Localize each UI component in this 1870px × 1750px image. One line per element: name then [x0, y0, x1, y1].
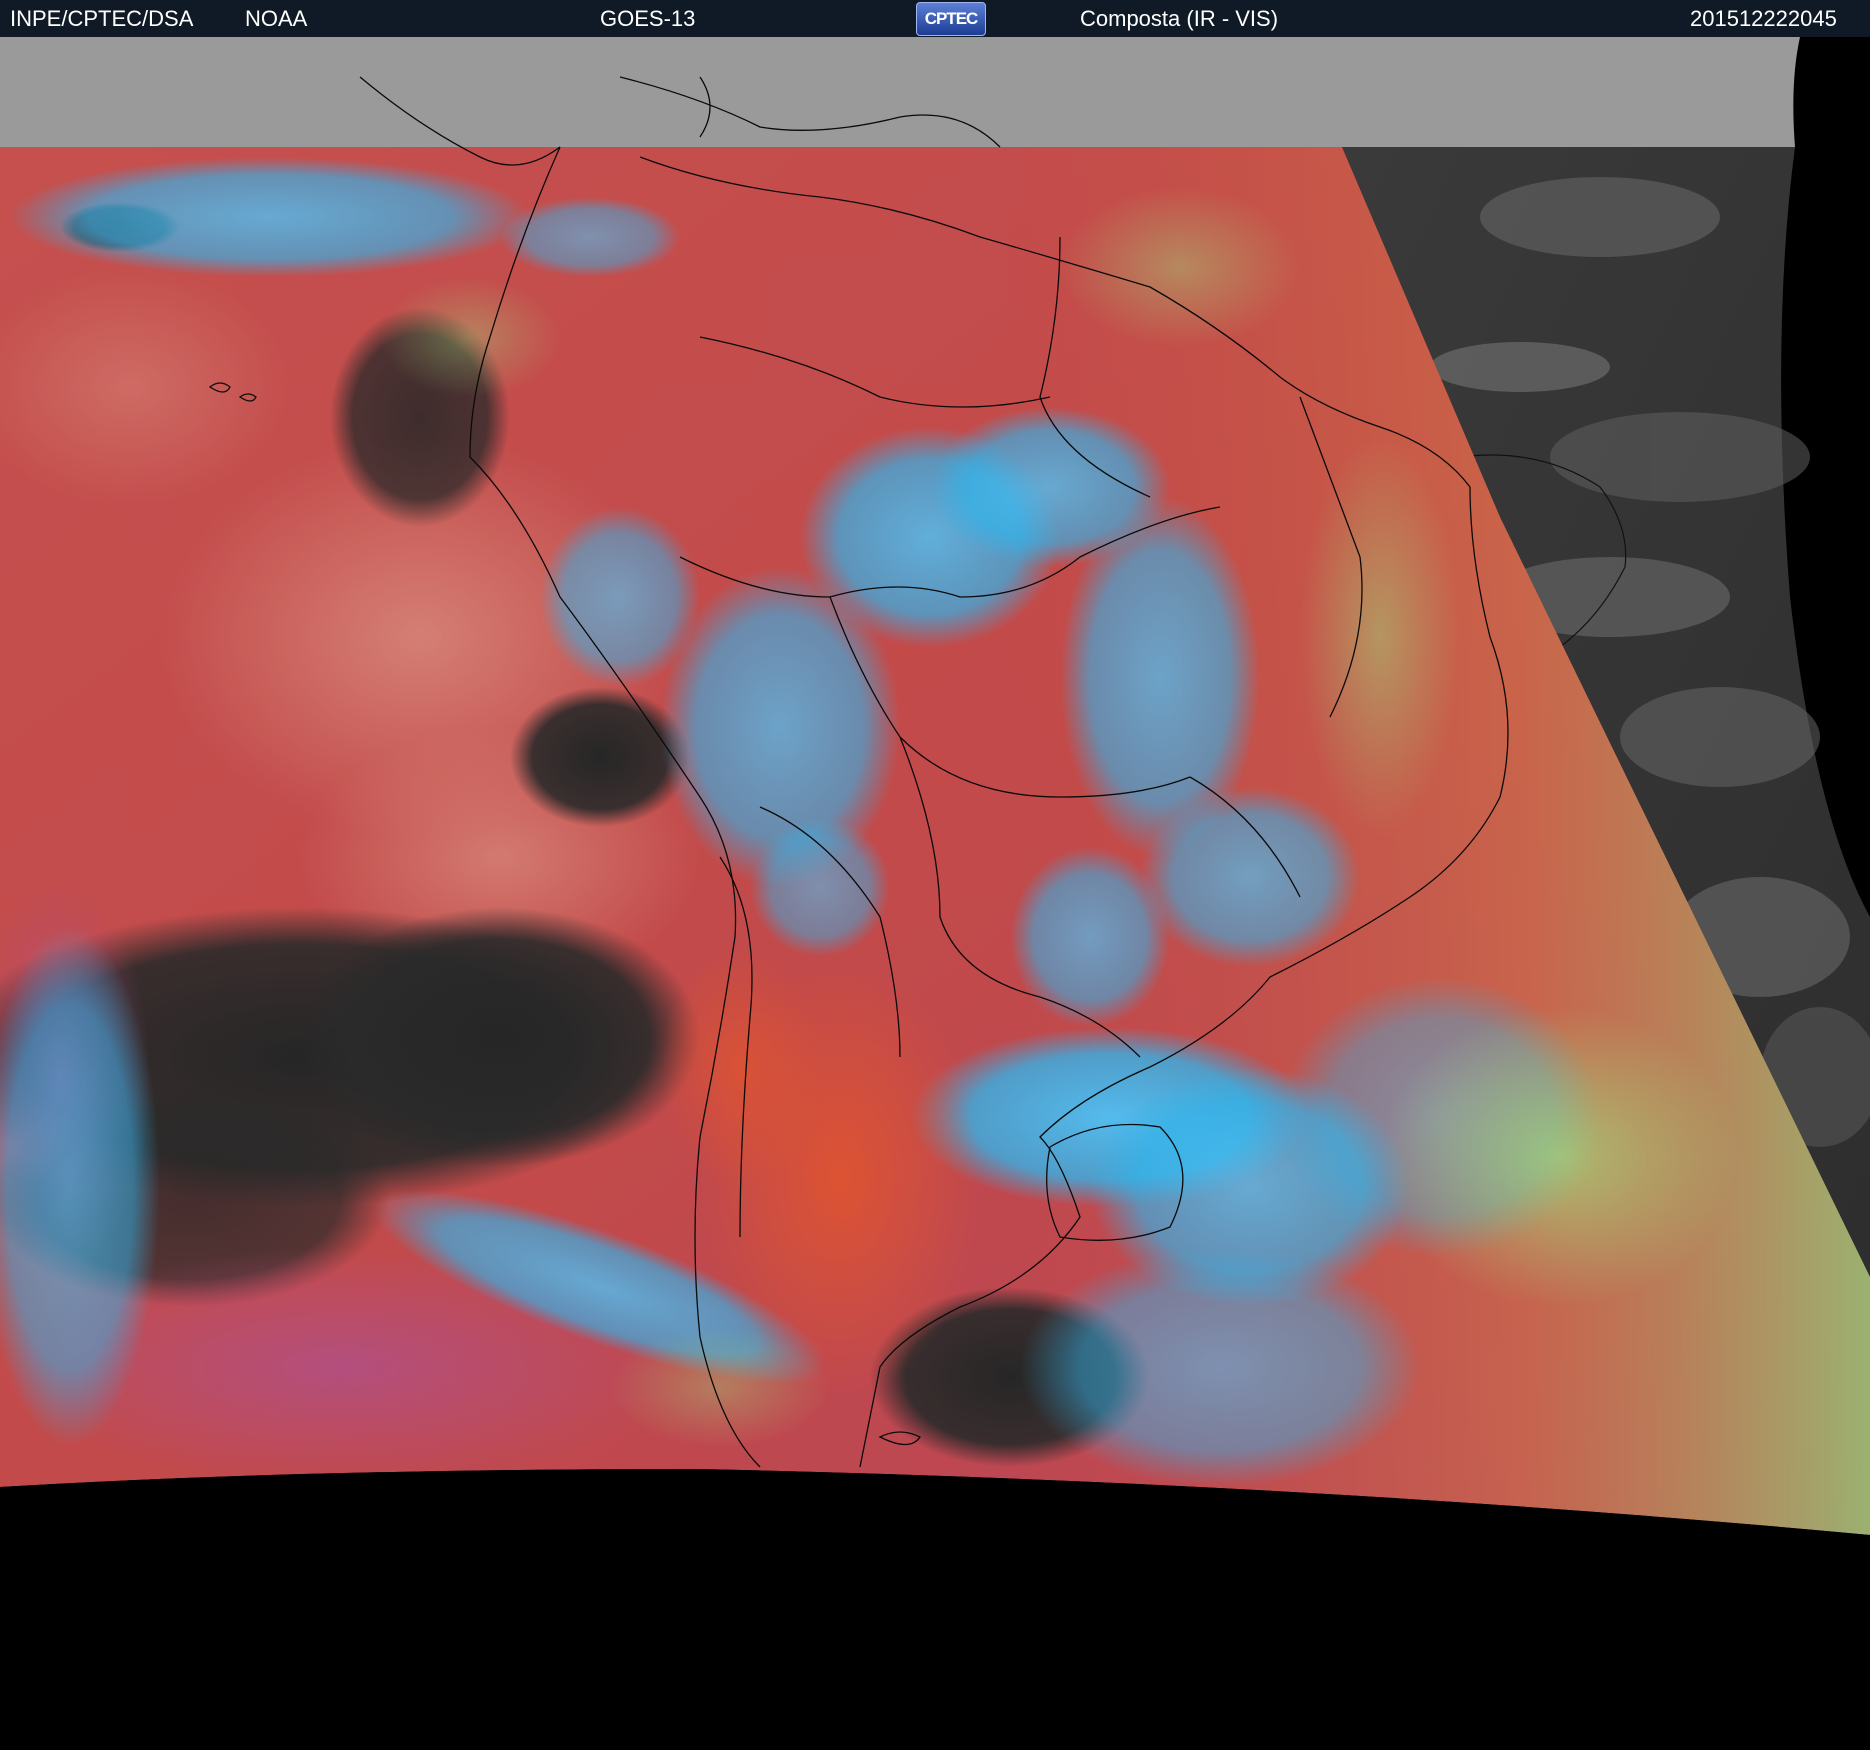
header-bar: INPE/CPTEC/DSA NOAA GOES-13 CPTEC Compos…: [0, 0, 1870, 37]
satellite-label: GOES-13: [600, 6, 696, 31]
cptec-logo-icon: CPTEC: [916, 2, 986, 36]
satellite-image: [0, 37, 1870, 1750]
org-label: INPE/CPTEC/DSA: [10, 6, 194, 31]
timestamp-label: 201512222045: [1690, 6, 1837, 31]
product-label: Composta (IR - VIS): [1080, 6, 1279, 31]
composite-map: [0, 37, 1870, 1750]
agency-label: NOAA: [245, 6, 308, 31]
off-coverage-area: [0, 37, 1800, 147]
